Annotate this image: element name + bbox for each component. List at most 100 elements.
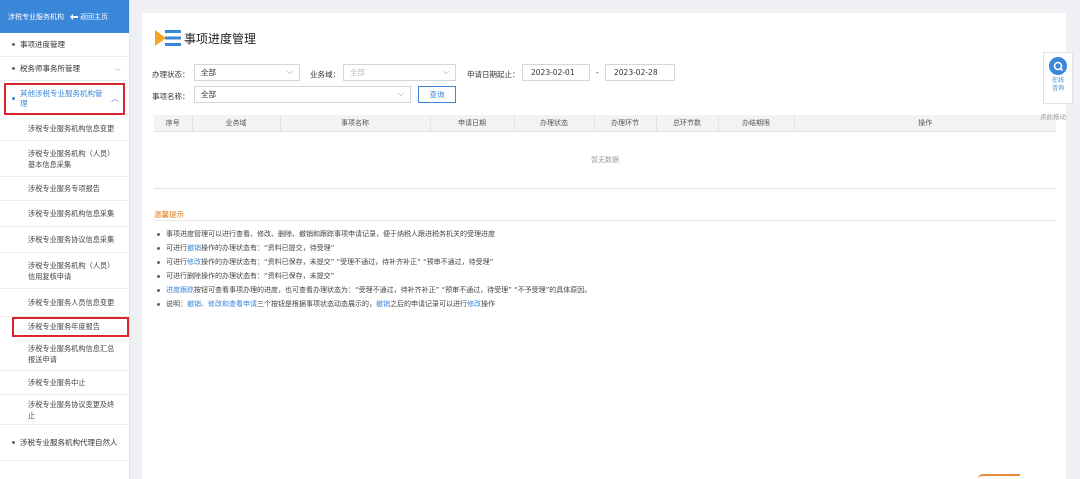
progress-table: 序号 业务域 事项名称 申请日期 办理状态 办理环节 总环节数 办结期限 操作 [154,115,1056,132]
sidebar-item-label: 税务师事务所管理 [20,64,80,73]
tip-link: 修改 [467,300,481,308]
chat-icon [1049,57,1067,75]
date-from-input[interactable]: 2023-02-01 [522,64,590,81]
tip-link: 修改 [187,258,201,266]
tip-text: 可进行删除操作的办理状态有：“资料已保存，未提交” [166,272,335,280]
tip-link: 撤销 [376,300,390,308]
sidebar-subitem-label: 涉税专业服务人员信息变更 [28,298,115,307]
item-name-label: 事项名称： [152,92,190,101]
business-domain-label: 业务域： [310,70,340,79]
sidebar-subitem-label: 涉税专业服务机构信息变更 [28,124,115,133]
drag-handle-label[interactable]: 点此拖动 [1040,111,1066,121]
tips-list: 事项进度管理可以进行查看、修改、删除、撤销和跟踪事项申请记录，便于纳税人跟进税务… [154,227,1054,311]
tip-item: 说明：撤销、修改和查看申请三个按钮是根据事项状态动态展示的，撤销之后的申请记录可… [154,297,1054,311]
sidebar-item-progress[interactable]: 事项进度管理 [0,33,129,57]
date-from-value: 2023-02-01 [531,68,575,77]
tip-text: 之后的申请记录可以进行 [390,300,467,308]
sidebar-item-label: 涉税专业服务机构代理自然人 [20,438,118,447]
chevron-down-icon: ⌵ [442,67,449,76]
item-name-select[interactable]: 全部 ⌵ [194,86,411,103]
tip-text: 事项进度管理可以进行查看、修改、删除、撤销和跟踪事项申请记录，便于纳税人跟进税务… [166,230,495,238]
tip-text: 操作 [481,300,495,308]
sidebar-subitem-label: 涉税专业服务中止 [28,378,86,387]
sidebar-subitem-label: 涉税专业服务机构信息汇总报送申请 [28,343,115,364]
column-header: 办结期限 [718,115,795,132]
tip-text: 操作的办理状态有：“资料已提交，待受理” [201,244,335,252]
sidebar-subitem-label: 涉税专业服务机构信息采集 [28,209,115,218]
sidebar: 涉税专业服务机构 返回主页 事项进度管理 税务师事务所管理 ⌵ 其他涉税专业服务… [0,0,130,479]
tips-title: 温馨提示 [154,210,184,219]
sidebar-subitem[interactable]: 涉税专业服务专项报告 [0,177,129,201]
bullet-icon [12,43,15,46]
column-header: 总环节数 [656,115,719,132]
back-arrow-icon [70,13,78,20]
tip-item: 进度跟踪按钮可查看事项办理的进度，也可查看办理状态为：“受理不通过，待补齐补正”… [154,283,1054,297]
sidebar-subitem-annual-report[interactable]: 涉税专业服务年度报告 [12,317,129,337]
chevron-down-icon: ⌵ [286,67,293,76]
sidebar-subitem[interactable]: 涉税专业服务协议信息采集 [0,227,129,253]
tip-text: 可进行 [166,258,187,266]
column-header: 办理状态 [514,115,595,132]
chevron-down-icon: ⌵ [397,89,404,98]
sidebar-subitem-label: 涉税专业服务协议变更及终止 [28,399,115,420]
status-label: 办理状态： [152,70,190,79]
tip-item: 可进行撤销操作的办理状态有：“资料已提交，待受理” [154,241,1054,255]
sidebar-subitem[interactable]: 涉税专业服务人员信息变更 [0,289,129,317]
consult-label-1: 在线 [1051,77,1064,84]
tip-item: 可进行修改操作的办理状态有：“资料已保存，未提交” “受理不通过，待补齐补正” … [154,255,1054,269]
column-header: 事项名称 [280,115,431,132]
sidebar-subitem[interactable]: 涉税专业服务机构信息变更 [0,117,129,141]
sidebar-subitem[interactable]: 涉税专业服务中止 [0,371,129,395]
sidebar-item-tax-agent[interactable]: 税务师事务所管理 ⌵ [0,57,129,81]
sidebar-subitem[interactable]: 涉税专业服务协议变更及终止 [0,395,129,425]
tip-item: 事项进度管理可以进行查看、修改、删除、撤销和跟踪事项申请记录，便于纳税人跟进税务… [154,227,1054,241]
sidebar-title: 涉税专业服务机构 [8,12,64,21]
tip-text: 操作的办理状态有：“资料已保存，未提交” “受理不通过，待补齐补正” “预审不通… [201,258,494,266]
tips-divider [154,220,1056,221]
status-select[interactable]: 全部 ⌵ [194,64,300,81]
status-select-value: 全部 [201,68,216,77]
sidebar-subitem[interactable]: 涉税专业服务机构（人员）基本信息采集 [0,141,129,177]
tip-link: 撤销、修改和查看申请 [187,300,257,308]
sidebar-subitem-label: 涉税专业服务机构（人员）基本信息采集 [28,148,115,169]
bullet-icon [12,67,15,70]
tip-text: 可进行 [166,244,187,252]
column-header: 业务域 [192,115,281,132]
column-header: 办理环节 [594,115,657,132]
tip-item: 可进行删除操作的办理状态有：“资料已保存，未提交” [154,269,1054,283]
sidebar-subitem[interactable]: 涉税专业服务机构信息汇总报送申请 [0,337,129,371]
sidebar-subitem[interactable]: 涉税专业服务机构信息采集 [0,201,129,227]
date-separator: - [596,68,599,77]
query-button[interactable]: 查询 [418,86,456,103]
page-header: 事项进度管理 [154,27,256,49]
bullet-icon [12,97,15,100]
item-name-select-value: 全部 [201,90,216,99]
back-home-label: 返回主页 [80,12,108,21]
tip-text: 说明： [166,300,187,308]
date-range-label: 申请日期起止： [467,70,520,79]
sidebar-item-natural-person[interactable]: 涉税专业服务机构代理自然人 [0,425,129,461]
tip-link: 进度跟踪 [166,286,194,294]
date-to-value: 2023-02-28 [614,68,658,77]
main-panel: 事项进度管理 办理状态： 全部 ⌵ 业务域： 全部 ⌵ 申请日期起止： 2023… [142,13,1066,479]
sidebar-subitem[interactable]: 涉税专业服务机构（人员）信用复核申请 [0,253,129,289]
tip-text: 三个按钮是根据事项状态动态展示的， [257,300,376,308]
tip-text: 按钮可查看事项办理的进度，也可查看办理状态为：“受理不通过，待补齐补正” “预审… [194,286,592,294]
consult-label-2: 咨询 [1051,85,1064,92]
chevron-down-icon: ⌵ [114,63,121,73]
back-home-link[interactable]: 返回主页 [70,12,108,22]
table-empty-state: 暂无数据 [154,131,1056,189]
column-header: 申请日期 [430,115,515,132]
column-header: 序号 [154,115,193,132]
tip-link: 撤销 [187,244,201,252]
sidebar-item-other-agencies[interactable]: 其他涉税专业服务机构管理 ︿ [4,83,125,115]
sidebar-item-label: 事项进度管理 [20,40,65,49]
business-domain-select-value: 全部 [350,68,365,77]
progress-list-icon [154,27,182,49]
table-header-row: 序号 业务域 事项名称 申请日期 办理状态 办理环节 总环节数 办结期限 操作 [154,115,1056,132]
online-consult-button[interactable]: 在线 咨询 [1043,52,1073,104]
business-domain-select[interactable]: 全部 ⌵ [343,64,456,81]
date-to-input[interactable]: 2023-02-28 [605,64,675,81]
sidebar-item-label: 其他涉税专业服务机构管理 [20,88,103,108]
chevron-up-icon: ︿ [111,93,119,103]
